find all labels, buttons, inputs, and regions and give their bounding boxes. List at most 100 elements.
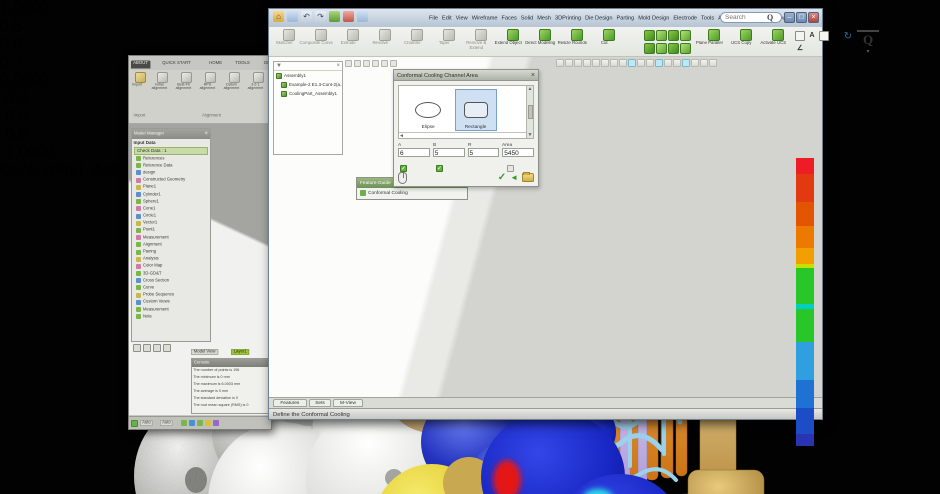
close-icon[interactable]: × bbox=[204, 131, 208, 137]
minimize-button[interactable]: – bbox=[784, 12, 795, 23]
shape-option-ellipse[interactable]: Elipse bbox=[407, 89, 449, 131]
status-tool-icon[interactable] bbox=[189, 420, 195, 426]
ok-button[interactable]: ✓ bbox=[498, 172, 506, 183]
apply-arrow-button[interactable]: ◄ bbox=[510, 173, 518, 182]
close-icon[interactable]: × bbox=[336, 63, 340, 69]
view-tab[interactable]: Model View bbox=[191, 349, 218, 355]
model-tree-item[interactable]: Curve bbox=[132, 284, 210, 291]
menu-item[interactable]: Electrode bbox=[673, 15, 697, 21]
scroll-down-icon[interactable]: ▼ bbox=[528, 132, 533, 138]
inspection-ribbon-tab[interactable]: QUICK START bbox=[160, 61, 193, 69]
browse-folder-button[interactable] bbox=[522, 173, 534, 182]
feature-tool-icon[interactable] bbox=[644, 30, 655, 41]
render-mode-icon[interactable] bbox=[343, 11, 354, 22]
mini-tool-icon[interactable] bbox=[363, 60, 370, 67]
mini-tool-icon[interactable] bbox=[556, 59, 564, 67]
mini-tool-icon[interactable] bbox=[709, 59, 717, 67]
mini-tool-icon[interactable] bbox=[637, 59, 645, 67]
feature-tool-icon[interactable] bbox=[680, 43, 691, 54]
history-icon[interactable]: ↻ bbox=[841, 31, 855, 45]
mini-tool-icon[interactable] bbox=[345, 60, 352, 67]
frame-tool-icon[interactable] bbox=[795, 31, 805, 41]
model-tree-item[interactable]: Vector1 bbox=[132, 220, 210, 227]
field-input-a[interactable]: 6 bbox=[398, 148, 430, 157]
mini-tool-icon[interactable] bbox=[619, 59, 627, 67]
menu-item[interactable]: Wireframe bbox=[472, 15, 498, 21]
model-tree-item[interactable]: References bbox=[132, 155, 210, 162]
maximize-button[interactable]: □ bbox=[796, 12, 807, 23]
inspection-ribbon-tab[interactable]: HOME bbox=[207, 61, 224, 69]
close-button[interactable]: × bbox=[808, 12, 819, 23]
settings-icon[interactable] bbox=[357, 11, 368, 22]
mini-tool-icon[interactable] bbox=[700, 59, 708, 67]
mini-tool-icon[interactable] bbox=[354, 60, 361, 67]
close-icon[interactable]: × bbox=[531, 72, 535, 79]
scroll-thumb[interactable] bbox=[528, 105, 533, 119]
document-tab[interactable]: M-View bbox=[333, 399, 363, 407]
undo-icon[interactable]: ↶ bbox=[301, 11, 312, 22]
menu-item[interactable]: Mesh bbox=[537, 15, 551, 21]
feature-tool-icon[interactable] bbox=[656, 30, 667, 41]
model-tree-item[interactable]: Alignment bbox=[132, 241, 210, 248]
view-tool-icon[interactable] bbox=[163, 344, 171, 352]
scroll-up-icon[interactable]: ▲ bbox=[528, 86, 533, 92]
magnifier-icon[interactable]: Q bbox=[857, 30, 879, 48]
model-tree-item[interactable]: Reference Data bbox=[132, 162, 210, 169]
document-tab[interactable]: Features bbox=[273, 399, 307, 407]
model-tree-item[interactable]: Constructed Geometry bbox=[132, 177, 210, 184]
model-tree-item[interactable]: Note bbox=[132, 313, 210, 320]
mini-tool-icon[interactable] bbox=[565, 59, 573, 67]
model-tree-item[interactable]: Measurement bbox=[132, 234, 210, 241]
status-tool-icon[interactable] bbox=[221, 420, 227, 426]
mini-tool-icon[interactable] bbox=[583, 59, 591, 67]
mini-tool-icon[interactable] bbox=[691, 59, 699, 67]
mini-tool-icon[interactable] bbox=[601, 59, 609, 67]
angle-dimension-icon[interactable]: ∠ bbox=[795, 44, 805, 54]
model-tree-item[interactable]: 3D-GD&T bbox=[132, 270, 210, 277]
model-tree-item[interactable]: Custom Views bbox=[132, 299, 210, 306]
menu-item[interactable]: Solid bbox=[521, 15, 533, 21]
scroll-left-icon[interactable]: ◄ bbox=[399, 133, 404, 139]
status-tool-icon[interactable] bbox=[229, 420, 235, 426]
redo-icon[interactable]: ↷ bbox=[315, 11, 326, 22]
shape-option-rectangle[interactable]: Rectangle bbox=[455, 89, 497, 131]
model-tree-item[interactable]: Measurement bbox=[132, 306, 210, 313]
model-tree-item[interactable]: Color Map bbox=[132, 263, 210, 270]
model-tree-item[interactable]: Analysis bbox=[132, 256, 210, 263]
view-tool-icon[interactable] bbox=[133, 344, 141, 352]
search-input[interactable] bbox=[723, 13, 767, 22]
status-tool-icon[interactable] bbox=[197, 420, 203, 426]
model-tree-item[interactable]: Sphere1 bbox=[132, 198, 210, 205]
field-input-area[interactable]: 5450 bbox=[502, 148, 534, 157]
model-tree-item[interactable]: Point1 bbox=[132, 227, 210, 234]
mini-tool-icon[interactable] bbox=[664, 59, 672, 67]
feature-tool-icon[interactable] bbox=[680, 30, 691, 41]
funnel-icon[interactable]: ▼ bbox=[276, 63, 282, 69]
inspection-ribbon-tab[interactable]: ABOUT bbox=[131, 61, 150, 69]
mini-tool-icon[interactable] bbox=[655, 59, 663, 67]
mini-tool-icon[interactable] bbox=[673, 59, 681, 67]
document-tab[interactable]: Sets bbox=[309, 399, 331, 407]
mini-tool-icon[interactable] bbox=[592, 59, 600, 67]
menu-item[interactable]: Tools bbox=[701, 15, 714, 21]
mini-tool-icon[interactable] bbox=[390, 60, 397, 67]
feature-tool-icon[interactable] bbox=[644, 43, 655, 54]
zoom-search-tool[interactable]: Q ▾ bbox=[857, 30, 879, 55]
assembly-tree-item[interactable]: Example-2 E1.3-Cont-2(a... bbox=[274, 80, 342, 89]
feature-guide-entry[interactable]: Conformal Cooling bbox=[357, 188, 467, 198]
status-tool-icon[interactable] bbox=[181, 420, 187, 426]
assembly-tree-item[interactable]: CoolingPart_Assembly1 bbox=[274, 89, 342, 98]
datum-tool-icon[interactable] bbox=[819, 31, 829, 41]
check-data-item[interactable]: Check Data : 1 bbox=[134, 147, 208, 155]
feature-tool-icon[interactable] bbox=[668, 30, 679, 41]
field-input-b[interactable]: 5 bbox=[433, 148, 465, 157]
feature-tool-icon[interactable] bbox=[668, 43, 679, 54]
model-tree-item[interactable]: Circle1 bbox=[132, 213, 210, 220]
feature-tool-icon[interactable] bbox=[656, 43, 667, 54]
menu-item[interactable]: Mold Design bbox=[638, 15, 669, 21]
cad-viewport[interactable] bbox=[269, 57, 822, 397]
home-icon[interactable]: ⌂ bbox=[273, 11, 284, 22]
ribbon-button[interactable]: Activate UCS bbox=[762, 29, 793, 55]
model-tree-item[interactable]: Cone1 bbox=[132, 205, 210, 212]
horizontal-scrollbar[interactable]: ◄ bbox=[399, 132, 526, 138]
